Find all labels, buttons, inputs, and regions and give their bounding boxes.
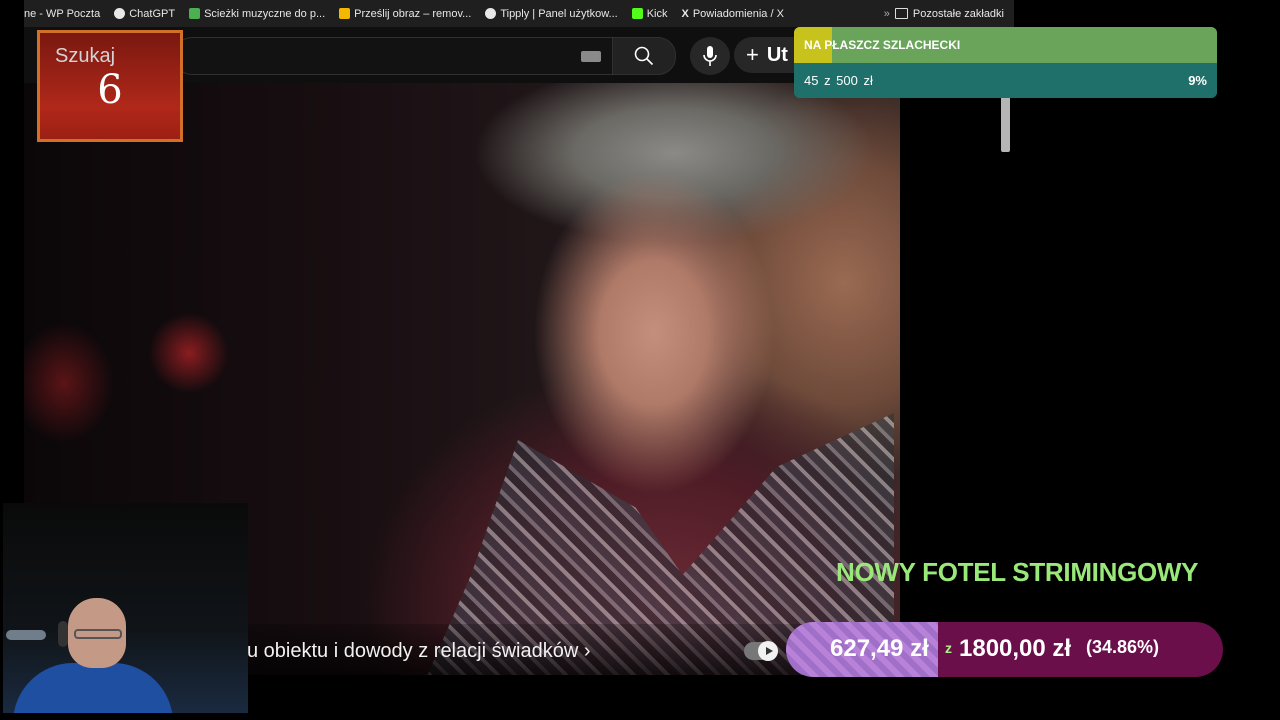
plus-icon: + [746, 42, 759, 67]
voice-search-button[interactable] [690, 37, 730, 75]
bookmark-wp-poczta[interactable]: ne - WP Poczta [24, 8, 100, 20]
webcam-feed [3, 503, 248, 713]
bookmark-kick[interactable]: Kick [631, 7, 668, 20]
play-icon [765, 647, 773, 655]
bookmark-label: Prześlij obraz – remov... [354, 7, 472, 20]
autoplay-knob [758, 641, 778, 661]
folder-icon [894, 8, 908, 19]
create-label: Ut [766, 43, 788, 66]
bookmarks-bar: ne - WP Poczta ChatGPT Scieżki muzyczne … [24, 0, 1014, 27]
bookmark-remove-bg[interactable]: Prześlij obraz – remov... [339, 8, 471, 20]
autoplay-toggle[interactable] [744, 641, 778, 661]
bookmark-label: Scieżki muzyczne do p... [204, 7, 326, 20]
keyboard-icon[interactable] [581, 51, 601, 62]
bookmark-tipply[interactable]: Tipply | Panel użytkow... [485, 7, 618, 20]
fotel-goal-title: NOWY FOTEL STRIMINGOWY [836, 557, 1199, 587]
video-description-link[interactable]: u obiektu i dowody z relacji świadków › [247, 640, 591, 663]
fotel-goal-bar: 627,49 zł z 1800,00 zł (34.86%) [786, 622, 1223, 677]
fotel-current-amount: 627,49 zł [830, 635, 929, 662]
search-counter-label: Szukaj [55, 45, 116, 67]
search-button[interactable] [612, 37, 676, 75]
tipply-icon [485, 8, 497, 19]
bookmarks-more-icon[interactable]: » [884, 8, 890, 20]
chatgpt-icon [114, 8, 126, 19]
search-input[interactable] [174, 37, 613, 75]
webcam-lamp [6, 630, 46, 640]
search-icon [634, 46, 654, 66]
glasses-icon [74, 629, 122, 639]
bookmark-label: ne - WP Poczta [24, 7, 101, 20]
search-counter-widget: Szukaj 6 [37, 30, 183, 142]
bookmark-music[interactable]: Scieżki muzyczne do p... [189, 8, 325, 20]
bookmark-chatgpt[interactable]: ChatGPT [114, 8, 175, 20]
bookmark-x-notifications[interactable]: X Powiadomienia / X [681, 8, 783, 20]
donation-goal-widget: NA PŁASZCZ SZLACHECKI 45 z 500 zł 9% [794, 27, 1217, 98]
goal-percent: 9% [1188, 73, 1207, 88]
bookmark-label: Kick [646, 7, 668, 20]
goal-amount: 45 z 500 zł [804, 73, 873, 88]
music-icon [189, 8, 201, 19]
goal-title: NA PŁASZCZ SZLACHECKI [804, 38, 961, 52]
headphones-icon [58, 621, 68, 647]
fotel-separator: z [945, 640, 952, 656]
bookmark-label: ChatGPT [129, 7, 176, 20]
fotel-percent: (34.86%) [1086, 637, 1160, 657]
microphone-icon [703, 46, 717, 66]
search-counter-number: 6 [97, 67, 123, 113]
bookmark-label: Tipply | Panel użytkow... [500, 7, 618, 20]
bookmark-label: Powiadomienia / X [692, 7, 784, 20]
x-icon: X [681, 7, 689, 20]
webcam-person-body [13, 663, 173, 713]
bookmarks-folder[interactable]: Pozostałe zakładki [913, 8, 1004, 20]
mail-icon [339, 8, 351, 19]
kick-icon [631, 8, 643, 19]
fotel-target-amount: 1800,00 zł [959, 635, 1072, 662]
